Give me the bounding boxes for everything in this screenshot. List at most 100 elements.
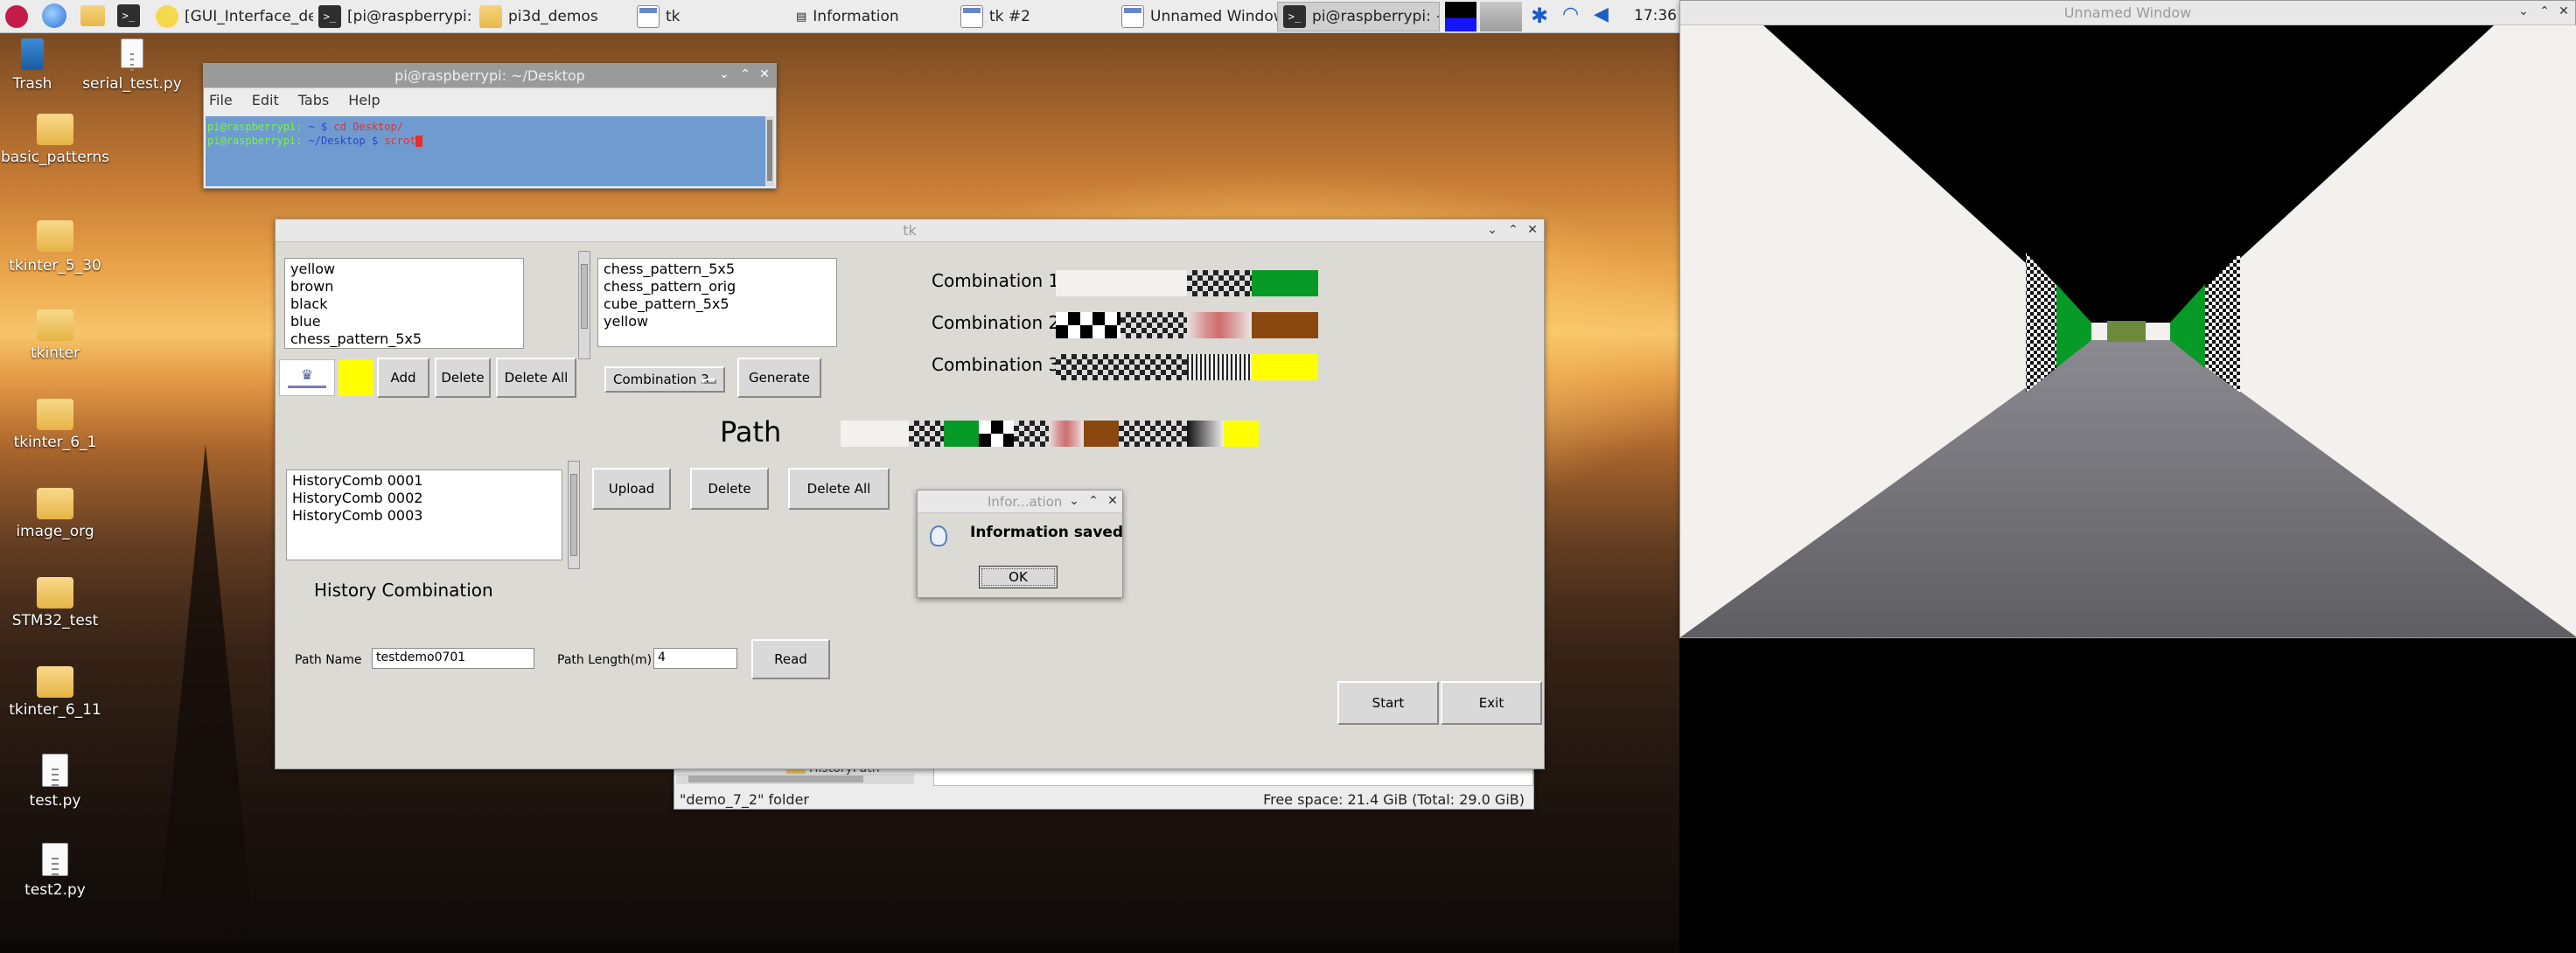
color-listbox[interactable]: yellow brown black blue chess_pattern_5x… — [284, 258, 524, 349]
taskbar-item-terminal-1[interactable]: >_ [pi@raspberrypi: ~/... — [313, 2, 474, 31]
list-item[interactable]: chess_pattern_orig — [604, 278, 831, 296]
desktop-icon-basic-patterns[interactable]: basic_patterns — [0, 110, 109, 189]
unnamed-titlebar[interactable]: Unnamed Window ⌄ ⌃ ✕ — [1680, 1, 2575, 25]
prompt-user: pi@raspberrypi: — [207, 135, 303, 147]
terminal-scrollbar[interactable] — [765, 116, 774, 186]
taskbar-item-pi3d-demos[interactable]: pi3d_demos — [474, 2, 632, 31]
taskbar-item-tk-2[interactable]: tk #2 — [955, 2, 1116, 31]
desktop-icon-test-py[interactable]: test.py — [0, 752, 108, 831]
desktop-icon-tkinter-6-11[interactable]: tkinter_6_11 — [0, 663, 108, 741]
browser-icon[interactable] — [42, 3, 66, 28]
list-item[interactable]: yellow — [290, 261, 518, 278]
add-button[interactable]: Add — [377, 358, 429, 398]
menu-edit[interactable]: Edit — [252, 92, 279, 113]
delete-button[interactable]: Delete — [435, 358, 491, 398]
history-scrollbar[interactable] — [568, 461, 580, 569]
taskbar-item-unnamed-window[interactable]: Unnamed Window — [1116, 2, 1277, 31]
folder-icon — [37, 577, 73, 609]
desktop-icon-tkinter-6-1[interactable]: tkinter_6_1 — [0, 395, 108, 474]
color-list-scrollbar[interactable] — [578, 251, 590, 359]
delete-all-button[interactable]: Delete All — [496, 358, 576, 398]
list-item[interactable]: chess_pattern_5x5 — [290, 330, 518, 348]
bluetooth-icon[interactable]: ✱ — [1531, 3, 1548, 28]
exit-button[interactable]: Exit — [1441, 681, 1542, 725]
cursor — [415, 136, 423, 147]
combination-2-label: Combination 2 — [932, 312, 1060, 333]
taskbar-item-gui-interface[interactable]: [GUI_Interface_dem... — [150, 2, 313, 31]
volume-icon[interactable]: ◀ — [1594, 3, 1609, 25]
list-item[interactable]: black — [290, 296, 518, 313]
terminal-titlebar[interactable]: pi@raspberrypi: ~/Desktop ⌄ ⌃ ✕ — [204, 64, 776, 88]
maximize-icon[interactable]: ⌃ — [1086, 493, 1101, 509]
pattern-segment — [1120, 312, 1187, 338]
minimize-icon[interactable]: ⌄ — [716, 66, 732, 82]
minimize-icon[interactable]: ⌄ — [1484, 222, 1500, 238]
trash-icon — [21, 38, 44, 70]
maximize-icon[interactable]: ⌃ — [2537, 3, 2552, 19]
pattern-segment — [1056, 312, 1120, 338]
terminal-line: pi@raspberrypi: ~/Desktop $ scrot — [207, 134, 764, 148]
selected-listbox[interactable]: chess_pattern_5x5 chess_pattern_orig cub… — [597, 258, 837, 347]
close-icon[interactable]: ✕ — [757, 66, 772, 82]
menu-help[interactable]: Help — [348, 92, 380, 113]
start-button[interactable]: Start — [1337, 681, 1439, 725]
command-text: scrot — [384, 135, 416, 147]
list-item[interactable]: chess_pattern_5x5 — [604, 261, 831, 278]
close-icon[interactable]: ✕ — [2556, 3, 2572, 19]
terminal-output[interactable]: pi@raspberrypi: ~ $ cd Desktop/ pi@raspb… — [206, 116, 765, 186]
desktop-icon-tkinter-5-30[interactable]: tkinter_5_30 — [0, 217, 108, 296]
taskbar-item-terminal-2[interactable]: >_ pi@raspberrypi: ~/... — [1277, 2, 1440, 31]
generate-button[interactable]: Generate — [737, 358, 821, 398]
history-delete-button[interactable]: Delete — [690, 468, 769, 510]
tk-window: tk ⌄ ⌃ ✕ yellow brown black blue chess_p… — [275, 219, 1545, 769]
history-listbox[interactable]: HistoryComb 0001 HistoryComb 0002 Histor… — [286, 470, 562, 560]
pattern-segment — [1014, 421, 1049, 447]
dialog-message: Information saved — [970, 524, 1124, 541]
taskbar-item-tk[interactable]: tk — [632, 2, 794, 31]
list-item[interactable]: HistoryComb 0002 — [292, 490, 556, 507]
list-item[interactable]: HistoryComb 0001 — [292, 472, 556, 490]
list-item[interactable]: brown — [290, 278, 518, 296]
combination-1-swatch — [1056, 270, 1318, 296]
minimize-icon[interactable]: ⌄ — [2516, 3, 2531, 19]
desktop-icon-tkinter[interactable]: tkinter — [0, 306, 108, 385]
list-item[interactable]: HistoryComb 0003 — [292, 507, 556, 525]
menu-file[interactable]: File — [209, 92, 233, 113]
scrollbar-thumb[interactable] — [581, 264, 588, 329]
close-icon[interactable]: ✕ — [1525, 222, 1540, 238]
scrollbar-thumb[interactable] — [570, 474, 577, 556]
minimize-icon[interactable]: ⌄ — [1066, 493, 1082, 509]
scrollbar-thumb[interactable] — [767, 120, 772, 181]
desktop-icon-label: tkinter_6_11 — [9, 701, 101, 719]
ok-button[interactable]: OK — [979, 566, 1058, 588]
read-button[interactable]: Read — [751, 639, 830, 679]
desktop-icon-serial-test[interactable]: serial_test.py — [82, 38, 217, 108]
combination-dropdown[interactable]: Combination 3 — [604, 366, 725, 393]
list-item[interactable]: yellow — [604, 313, 831, 330]
taskbar-item-label: Unnamed Window — [1150, 8, 1277, 25]
desktop-icon-test2-py[interactable]: test2.py — [0, 841, 108, 920]
maximize-icon[interactable]: ⌃ — [1505, 222, 1521, 238]
menu-tabs[interactable]: Tabs — [298, 92, 329, 113]
raspberry-menu-icon[interactable] — [5, 5, 28, 28]
path-length-input[interactable]: 4 — [653, 648, 737, 669]
desktop-icon-trash[interactable]: Trash — [0, 38, 108, 108]
desktop-icon-image-org[interactable]: image_org — [0, 484, 108, 563]
taskbar-item-information[interactable]: ▤ Information — [794, 2, 955, 31]
scrollbar-thumb[interactable] — [688, 776, 863, 783]
maximize-icon[interactable]: ⌃ — [737, 66, 753, 82]
upload-button[interactable]: Upload — [592, 468, 671, 510]
history-delete-all-button[interactable]: Delete All — [788, 468, 890, 510]
desktop-icon-stm32-test[interactable]: STM32_test — [0, 574, 108, 652]
close-icon[interactable]: ✕ — [1105, 493, 1120, 509]
list-item[interactable]: blue — [290, 313, 518, 330]
terminal-launcher-icon[interactable]: >_ — [117, 4, 140, 27]
file-manager-icon[interactable] — [80, 5, 105, 26]
path-name-input[interactable]: testdemo0701 — [372, 648, 534, 669]
wifi-icon[interactable]: ◠ — [1562, 3, 1579, 25]
file-manager-file-pane[interactable] — [933, 767, 1533, 786]
list-item[interactable]: cube_pattern_5x5 — [604, 296, 831, 313]
dialog-titlebar[interactable]: Infor...ation ⌄ ⌃ ✕ — [918, 490, 1122, 513]
taskbar-item-label: tk — [666, 8, 681, 25]
tk-titlebar[interactable]: tk ⌄ ⌃ ✕ — [276, 219, 1544, 242]
